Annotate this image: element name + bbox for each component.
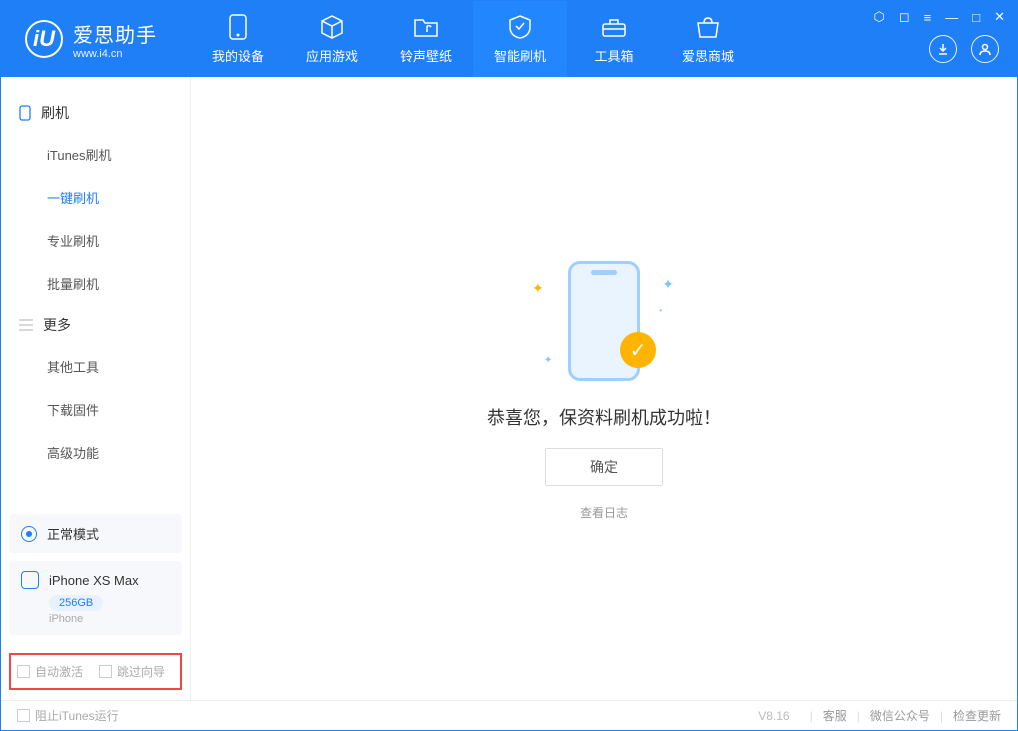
checkbox-skip-guide[interactable]: 跳过向导	[99, 663, 165, 680]
header-right-actions	[929, 35, 999, 63]
main-content: ✦ ✦ ✦ • ✓ 恭喜您，保资料刷机成功啦！ 确定 查看日志	[191, 77, 1017, 700]
header: iU 爱思助手 www.i4.cn 我的设备 应用游戏 铃声壁纸 智能刷机 工具…	[1, 1, 1017, 77]
nav-my-device[interactable]: 我的设备	[191, 1, 285, 77]
version-label: V8.16	[758, 709, 789, 723]
sidebar-item-advanced[interactable]: 高级功能	[1, 431, 190, 474]
nav-apps-games[interactable]: 应用游戏	[285, 1, 379, 77]
toolbox-icon	[601, 14, 627, 40]
sidebar-item-batch-flash[interactable]: 批量刷机	[1, 262, 190, 305]
sidebar-group-more: 更多	[1, 305, 190, 345]
checkbox-block-itunes[interactable]: 阻止iTunes运行	[17, 707, 119, 724]
footer-link-support[interactable]: 客服	[823, 707, 847, 724]
list-icon	[19, 319, 33, 331]
main-nav: 我的设备 应用游戏 铃声壁纸 智能刷机 工具箱 爱思商城	[191, 1, 755, 77]
maximize-button[interactable]: □	[972, 10, 980, 25]
app-name: 爱思助手	[73, 19, 157, 48]
window-controls: ⬡ ◻ ≡ — □ ✕	[873, 9, 1005, 25]
minimize-button[interactable]: —	[945, 10, 958, 25]
device-small-icon	[19, 105, 31, 121]
status-dot-icon	[21, 526, 37, 542]
music-folder-icon	[413, 14, 439, 40]
device-type: iPhone	[49, 613, 170, 625]
device-icon	[21, 571, 39, 589]
checkbox-icon	[17, 709, 30, 722]
menu-icon[interactable]: ≡	[924, 10, 932, 25]
sidebar-item-itunes-flash[interactable]: iTunes刷机	[1, 133, 190, 176]
sidebar-item-download-firmware[interactable]: 下载固件	[1, 388, 190, 431]
sidebar-item-pro-flash[interactable]: 专业刷机	[1, 219, 190, 262]
footer: 阻止iTunes运行 V8.16 | 客服 | 微信公众号 | 检查更新	[1, 700, 1017, 730]
user-button[interactable]	[971, 35, 999, 63]
sparkle-icon: ✦	[662, 276, 674, 293]
logo-area: iU 爱思助手 www.i4.cn	[1, 19, 191, 60]
cube-icon	[319, 14, 345, 40]
phone-icon	[225, 14, 251, 40]
success-message: 恭喜您，保资料刷机成功啦！	[487, 404, 721, 430]
sparkle-icon: •	[659, 306, 662, 315]
feedback-icon[interactable]: ◻	[899, 9, 910, 25]
sidebar-item-other-tools[interactable]: 其他工具	[1, 345, 190, 388]
checkbox-icon	[17, 665, 30, 678]
store-icon	[695, 14, 721, 40]
checkbox-auto-activate[interactable]: 自动激活	[17, 663, 83, 680]
view-log-link[interactable]: 查看日志	[580, 504, 628, 521]
sidebar-item-oneclick-flash[interactable]: 一键刷机	[1, 176, 190, 219]
footer-link-wechat[interactable]: 微信公众号	[870, 707, 930, 724]
highlighted-options: 自动激活 跳过向导	[9, 653, 182, 690]
nav-smart-flash[interactable]: 智能刷机	[473, 1, 567, 77]
shirt-icon[interactable]: ⬡	[873, 9, 884, 25]
sidebar-group-flash: 刷机	[1, 93, 190, 133]
close-button[interactable]: ✕	[994, 9, 1005, 25]
success-illustration: ✦ ✦ ✦ • ✓	[514, 256, 694, 386]
footer-link-update[interactable]: 检查更新	[953, 707, 1001, 724]
confirm-button[interactable]: 确定	[545, 448, 663, 486]
logo-icon: iU	[25, 20, 63, 58]
nav-toolbox[interactable]: 工具箱	[567, 1, 661, 77]
sparkle-icon: ✦	[544, 355, 552, 366]
nav-store[interactable]: 爱思商城	[661, 1, 755, 77]
app-url: www.i4.cn	[73, 48, 157, 60]
checkmark-badge-icon: ✓	[620, 332, 656, 368]
device-card[interactable]: iPhone XS Max 256GB iPhone	[9, 561, 182, 635]
shield-icon	[507, 14, 533, 40]
storage-badge: 256GB	[49, 595, 103, 611]
checkbox-icon	[99, 665, 112, 678]
mode-status-card[interactable]: 正常模式	[9, 514, 182, 553]
sidebar: 刷机 iTunes刷机 一键刷机 专业刷机 批量刷机 更多 其他工具 下载固件 …	[1, 77, 191, 700]
download-button[interactable]	[929, 35, 957, 63]
sparkle-icon: ✦	[532, 280, 544, 297]
nav-ringtones[interactable]: 铃声壁纸	[379, 1, 473, 77]
